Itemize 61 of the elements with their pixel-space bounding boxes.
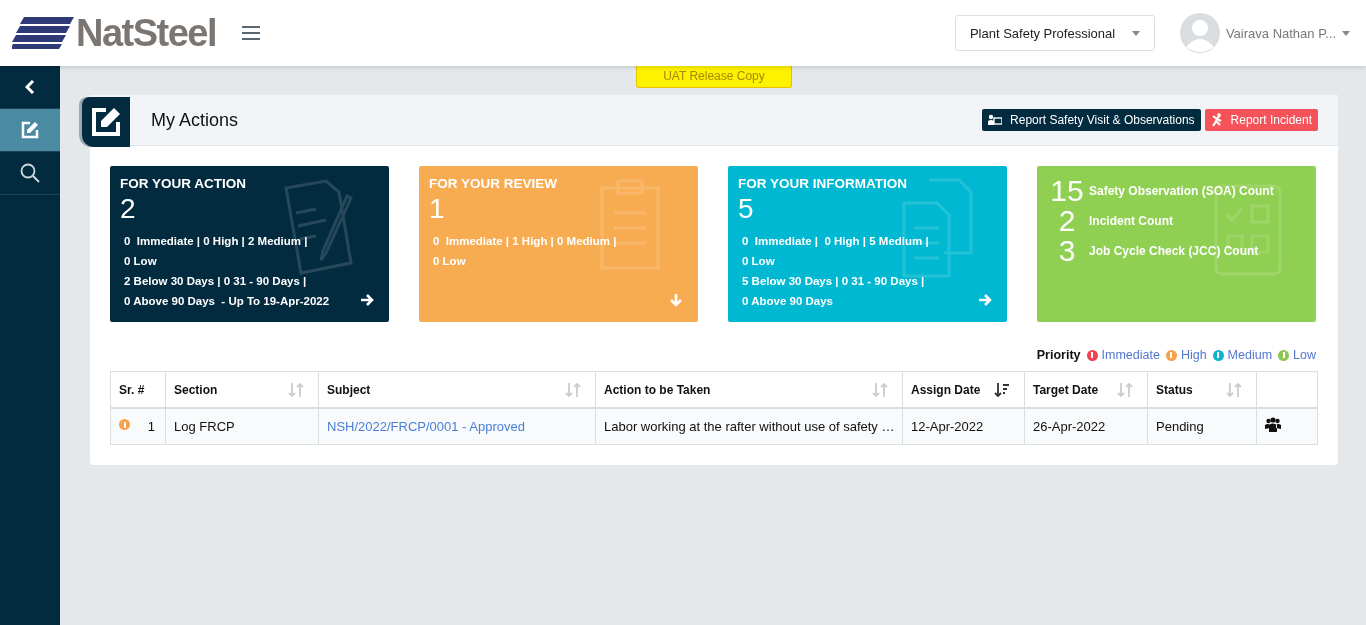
card-title: FOR YOUR REVIEW (429, 176, 558, 191)
sidebar-item[interactable] (0, 109, 60, 152)
sort-icon[interactable] (565, 381, 581, 398)
arrow-right-icon[interactable] (360, 293, 374, 307)
chevron-left-icon (25, 80, 35, 94)
card-breakdown: 5 Below 30 Days | 0 31 - 90 Days | (741, 274, 925, 289)
card-breakdown: 0 Immediate | 0 High | 2 Medium | (123, 234, 308, 249)
legend-label: Immediate (1101, 348, 1160, 362)
count-value: 15 (1049, 176, 1085, 206)
card-breakdown: 0 Low (432, 254, 466, 269)
summary-card[interactable]: FOR YOUR ACTION 2 0 Immediate | 0 High | 2 Medium | 0 Low 2 Below 30 Days | 0 31 - 90 Days | 0 Above 90 Days - Up To 19-Apr-2022 (110, 166, 389, 322)
report-visit-button[interactable]: Report Safety Visit & Observations (982, 109, 1201, 131)
falling-person-icon (1210, 113, 1223, 127)
card-breakdown: 0 Low (741, 254, 775, 269)
panel-title: My Actions (151, 109, 239, 131)
table-cell: 12-Apr-2022 (902, 408, 1025, 445)
card-breakdown: 0 Immediate | 0 High | 5 Medium | (741, 234, 929, 249)
role-dropdown[interactable]: Plant Safety Professional (954, 15, 1155, 51)
sort-icon[interactable] (1117, 381, 1133, 398)
release-banner: UAT Release Copy (636, 66, 792, 88)
count-label: Job Cycle Check (JCC) Count (1089, 244, 1259, 258)
user-name[interactable]: Vairava Nathan P... (1225, 25, 1336, 41)
search-icon (20, 163, 40, 183)
card-breakdown: 0 Low (123, 254, 157, 269)
row-number: 1 (147, 419, 155, 434)
legend-label: Low (1293, 348, 1316, 362)
count-label: Safety Observation (SOA) Count (1089, 184, 1274, 198)
sort-icon[interactable] (1226, 381, 1242, 398)
count-value: 3 (1057, 236, 1077, 266)
table-cell: Log FRCP (165, 408, 319, 445)
card-breakdown: 0 Immediate | 1 High | 0 Medium | (432, 234, 617, 249)
person-board-icon (988, 114, 1003, 126)
card-breakdown: 0 Above 90 Days - Up To 19-Apr-2022 (123, 294, 330, 309)
table-cell: Labor working at the rafter without use of safety … (595, 408, 903, 445)
arrow-down-icon[interactable] (669, 293, 683, 307)
stripes-logo-icon (12, 17, 74, 49)
edit-icon (21, 121, 39, 139)
card-breakdown: 0 Above 90 Days (741, 294, 833, 309)
sort-descending-icon[interactable] (994, 381, 1010, 398)
legend-label: High (1180, 348, 1207, 362)
table-cell: 26-Apr-2022 (1024, 408, 1148, 445)
sort-icon[interactable] (872, 381, 888, 398)
caret-icon (1131, 30, 1140, 36)
caret-icon (1342, 30, 1350, 36)
count-value: 2 (1057, 206, 1077, 236)
sort-icon[interactable] (288, 381, 304, 398)
card-title: FOR YOUR INFORMATION (738, 176, 908, 191)
card-count: 1 (429, 193, 446, 225)
card-breakdown: 2 Below 30 Days | 0 31 - 90 Days | (123, 274, 307, 289)
card-count: 2 (120, 193, 137, 225)
edit-icon (91, 107, 121, 137)
legend-title: Priority (1036, 348, 1081, 362)
card-title: FOR YOUR ACTION (120, 176, 247, 191)
menu-icon[interactable] (242, 26, 261, 40)
legend-label: Medium (1227, 348, 1273, 362)
avatar-icon[interactable] (1179, 13, 1220, 53)
logo-text: NatSteel (76, 11, 217, 55)
table-cell: Pending (1147, 408, 1257, 445)
people-group-icon[interactable] (1265, 417, 1281, 433)
count-label: Incident Count (1089, 214, 1173, 228)
card-count: 5 (738, 193, 755, 225)
